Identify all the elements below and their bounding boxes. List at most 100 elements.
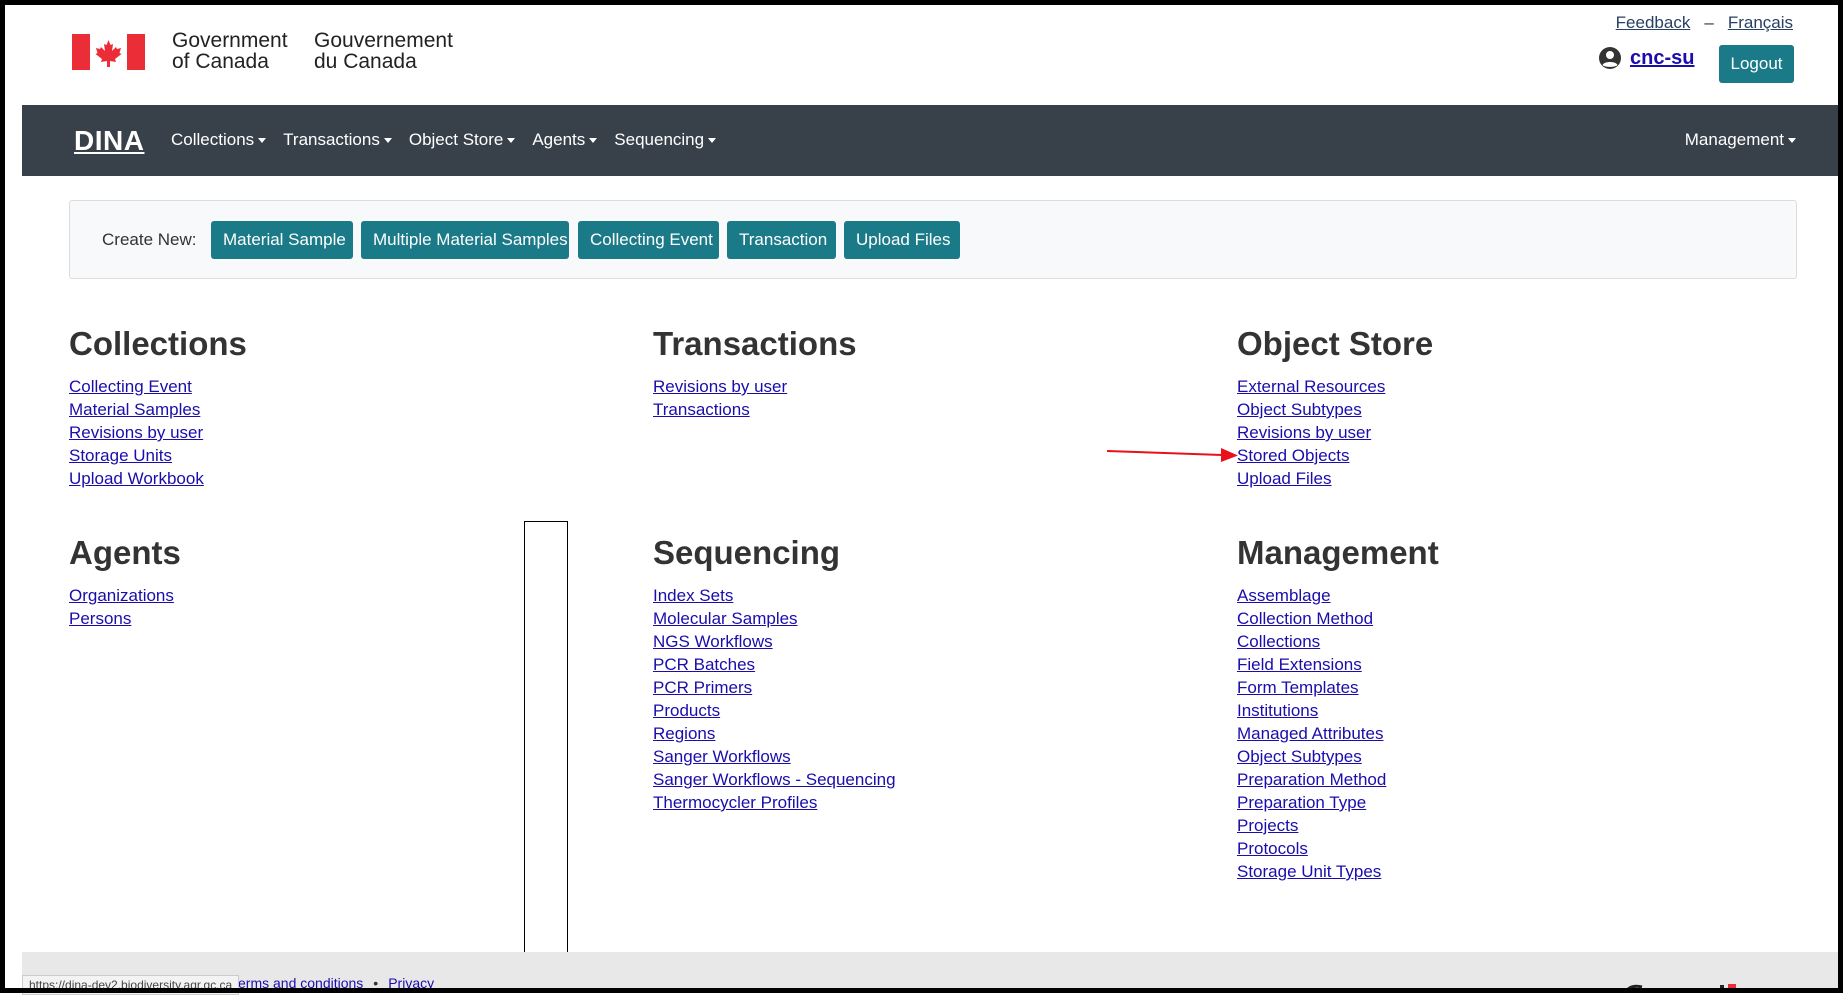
nav-transactions-dropdown[interactable]: Transactions: [283, 130, 392, 150]
link-organizations[interactable]: Organizations: [69, 586, 174, 605]
link-ngs-workflows[interactable]: NGS Workflows: [653, 632, 773, 651]
create-new-panel: Create New: Material Sample Multiple Mat…: [69, 200, 1797, 279]
terms-link[interactable]: erms and conditions: [238, 975, 363, 991]
create-material-sample-button[interactable]: Material Sample: [211, 221, 353, 259]
link-material-samples[interactable]: Material Samples: [69, 400, 200, 419]
section-agents: Agents Organizations Persons: [69, 534, 181, 630]
link-sanger-workflows[interactable]: Sanger Workflows: [653, 747, 791, 766]
link-management-collections[interactable]: Collections: [1237, 632, 1320, 651]
link-projects[interactable]: Projects: [1237, 816, 1298, 835]
create-new-label: Create New:: [102, 230, 197, 249]
nav-sequencing-label: Sequencing: [614, 130, 705, 149]
username-link[interactable]: cnc-su: [1630, 47, 1694, 70]
link-upload-workbook[interactable]: Upload Workbook: [69, 469, 204, 488]
browser-status-url: https://dina-dev2.biodiversity.agr.gc.ca: [22, 975, 240, 995]
nav-collections-dropdown[interactable]: Collections: [171, 130, 267, 150]
nav-menu: Collections Transactions Object Store Ag…: [171, 130, 733, 150]
nav-collections-label: Collections: [171, 130, 255, 149]
link-regions[interactable]: Regions: [653, 724, 715, 743]
link-molecular-samples[interactable]: Molecular Samples: [653, 609, 798, 628]
section-transactions: Transactions Revisions by user Transacti…: [653, 325, 857, 421]
section-title-management: Management: [1237, 534, 1439, 571]
gov-signature-en: Government of Canada: [172, 30, 288, 72]
link-collections-revisions-by-user[interactable]: Revisions by user: [69, 423, 203, 442]
link-storage-unit-types[interactable]: Storage Unit Types: [1237, 862, 1381, 881]
caret-down-icon: [258, 138, 267, 144]
link-stored-objects[interactable]: Stored Objects: [1237, 446, 1349, 465]
link-object-store-upload-files[interactable]: Upload Files: [1237, 469, 1332, 488]
gov-fr-line2: du Canada: [314, 50, 417, 73]
link-collection-method[interactable]: Collection Method: [1237, 609, 1373, 628]
footer-separator: •: [373, 975, 379, 991]
link-thermocycler-profiles[interactable]: Thermocycler Profiles: [653, 793, 817, 812]
nav-object-store-label: Object Store: [408, 130, 504, 149]
gov-fr-line1: Gouvernement: [314, 29, 453, 52]
nav-management-dropdown[interactable]: Management: [1685, 130, 1796, 150]
caret-down-icon: [708, 138, 717, 144]
link-transactions-revisions-by-user[interactable]: Revisions by user: [653, 377, 787, 396]
link-external-resources[interactable]: External Resources: [1237, 377, 1385, 396]
section-title-transactions: Transactions: [653, 325, 857, 362]
link-assemblage[interactable]: Assemblage: [1237, 586, 1331, 605]
caret-down-icon: [1788, 138, 1796, 144]
language-toggle-link[interactable]: Français: [1728, 13, 1793, 32]
footer-links: erms and conditions • Privacy: [238, 975, 434, 991]
section-object-store: Object Store External Resources Object S…: [1237, 325, 1433, 490]
gov-en-line2: of Canada: [172, 50, 269, 73]
caret-down-icon: [507, 138, 516, 144]
link-collecting-event[interactable]: Collecting Event: [69, 377, 192, 396]
link-institutions[interactable]: Institutions: [1237, 701, 1318, 720]
link-managed-attributes[interactable]: Managed Attributes: [1237, 724, 1383, 743]
nav-agents-label: Agents: [532, 130, 586, 149]
link-field-extensions[interactable]: Field Extensions: [1237, 655, 1362, 674]
link-index-sets[interactable]: Index Sets: [653, 586, 733, 605]
gov-signature-fr: Gouvernement du Canada: [314, 30, 453, 72]
link-preparation-type[interactable]: Preparation Type: [1237, 793, 1366, 812]
link-pcr-primers[interactable]: PCR Primers: [653, 678, 752, 697]
link-protocols[interactable]: Protocols: [1237, 839, 1308, 858]
link-transactions[interactable]: Transactions: [653, 400, 750, 419]
dina-home-link[interactable]: DINA: [74, 125, 144, 157]
canada-flag-icon: [72, 34, 145, 70]
user-menu: cnc-su: [1598, 46, 1694, 70]
upload-files-button[interactable]: Upload Files: [844, 221, 960, 259]
section-title-object-store: Object Store: [1237, 325, 1434, 362]
gov-en-line1: Government: [172, 29, 288, 52]
section-title-agents: Agents: [69, 534, 181, 571]
nav-management-label: Management: [1684, 130, 1784, 149]
user-circle-icon: [1599, 47, 1621, 69]
link-products[interactable]: Products: [653, 701, 720, 720]
nav-agents-dropdown[interactable]: Agents: [532, 130, 598, 150]
canada-wordmark-logo: [1623, 984, 1736, 993]
nav-object-store-dropdown[interactable]: Object Store: [409, 130, 516, 150]
link-preparation-method[interactable]: Preparation Method: [1237, 770, 1386, 789]
create-multiple-material-samples-button[interactable]: Multiple Material Samples: [361, 221, 569, 259]
section-title-sequencing: Sequencing: [653, 534, 841, 571]
create-transaction-button[interactable]: Transaction: [727, 221, 836, 259]
link-pcr-batches[interactable]: PCR Batches: [653, 655, 755, 674]
language-bar: Feedback – Français: [1616, 13, 1793, 33]
lang-separator: –: [1704, 13, 1714, 32]
caret-down-icon: [383, 138, 392, 144]
feedback-link[interactable]: Feedback: [1616, 13, 1691, 32]
annotation-rectangle: [524, 521, 568, 993]
section-title-collections: Collections: [69, 325, 247, 362]
nav-sequencing-dropdown[interactable]: Sequencing: [614, 130, 717, 150]
section-sequencing: Sequencing Index Sets Molecular Samples …: [653, 534, 896, 814]
link-object-store-revisions-by-user[interactable]: Revisions by user: [1237, 423, 1371, 442]
link-persons[interactable]: Persons: [69, 609, 131, 628]
section-management: Management Assemblage Collection Method …: [1237, 534, 1439, 883]
link-storage-units[interactable]: Storage Units: [69, 446, 172, 465]
gc-header: Government of Canada Gouvernement du Can…: [0, 0, 1843, 104]
main-navbar: DINA Collections Transactions Object Sto…: [22, 105, 1838, 176]
caret-down-icon: [589, 138, 598, 144]
link-management-object-subtypes[interactable]: Object Subtypes: [1237, 747, 1362, 766]
link-form-templates[interactable]: Form Templates: [1237, 678, 1359, 697]
link-sanger-workflows-sequencing[interactable]: Sanger Workflows - Sequencing: [653, 770, 896, 789]
logout-button[interactable]: Logout: [1719, 45, 1794, 83]
privacy-link[interactable]: Privacy: [388, 975, 434, 991]
link-object-store-object-subtypes[interactable]: Object Subtypes: [1237, 400, 1362, 419]
section-collections: Collections Collecting Event Material Sa…: [69, 325, 247, 490]
nav-transactions-label: Transactions: [283, 130, 380, 149]
create-collecting-event-button[interactable]: Collecting Event: [578, 221, 719, 259]
